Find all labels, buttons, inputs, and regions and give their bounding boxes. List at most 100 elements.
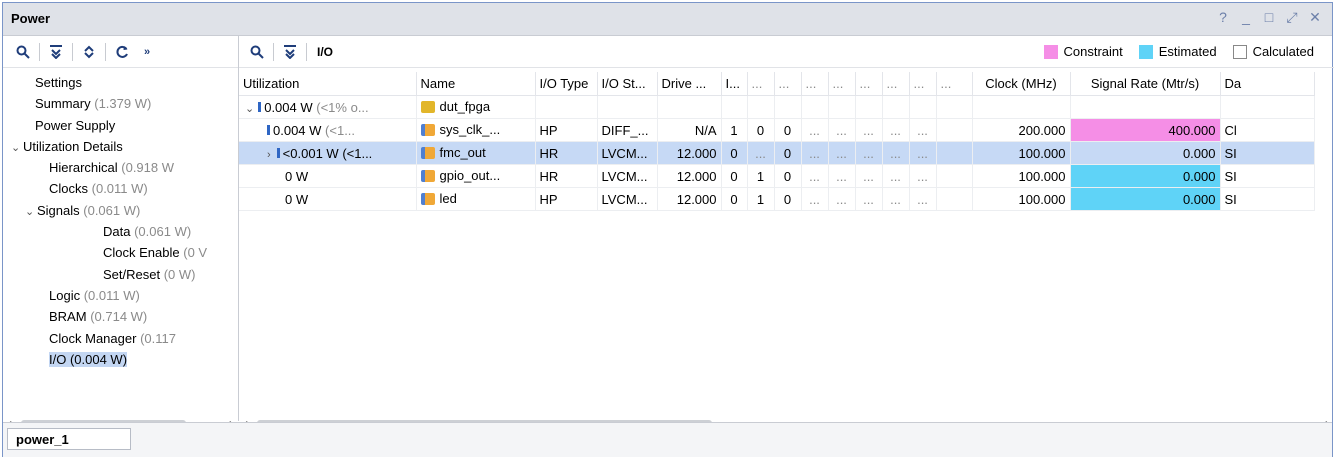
tree-item-summary[interactable]: Summary (1.379 W) bbox=[3, 93, 238, 114]
utilization-value: 0 W bbox=[285, 168, 309, 184]
signal-rate[interactable]: 0.000 bbox=[1070, 141, 1221, 165]
toolbar-divider bbox=[273, 42, 274, 61]
collapse-all-icon[interactable] bbox=[278, 41, 302, 63]
tree-item-set-reset[interactable]: Set/Reset (0 W) bbox=[3, 264, 238, 285]
table-row[interactable]: 0 W led HP LVCM... 12.000 0 1 0 ... ... … bbox=[239, 187, 1315, 211]
column-header[interactable]: ... bbox=[855, 72, 883, 96]
close-icon[interactable]: ✕ bbox=[1308, 9, 1322, 26]
chevron-right-icon[interactable]: › bbox=[267, 149, 271, 161]
tree-item-clock-enable[interactable]: Clock Enable (0 V bbox=[3, 242, 238, 263]
power-bar-icon bbox=[258, 102, 262, 113]
column-header[interactable]: ... bbox=[747, 72, 775, 96]
tree-item-value: (0.011 W) bbox=[83, 287, 140, 303]
tree-item-clocks[interactable]: Clocks (0.011 W) bbox=[3, 178, 238, 199]
tree-item-value: (0 W) bbox=[163, 266, 196, 282]
search-icon[interactable] bbox=[245, 41, 269, 63]
right-pane: I/O Constraint Estimated Calculated Util… bbox=[239, 36, 1334, 430]
cell: 0 bbox=[721, 141, 748, 165]
search-icon[interactable] bbox=[11, 41, 35, 63]
cell: 0 bbox=[721, 187, 748, 211]
tree-item-value: (0.117 bbox=[140, 330, 176, 346]
io-type: HR bbox=[535, 164, 598, 188]
refresh-icon[interactable] bbox=[110, 41, 134, 63]
tree-item-label: Utilization Details bbox=[23, 138, 123, 154]
window-controls: ? _ □ ⤢ ✕ bbox=[1216, 9, 1322, 26]
collapse-all-icon[interactable] bbox=[44, 41, 68, 63]
tree-item-label: Set/Reset bbox=[103, 266, 161, 282]
chevron-down-icon[interactable]: ⌄ bbox=[25, 202, 37, 221]
row-name: led bbox=[439, 191, 457, 207]
tree-item-settings[interactable]: Settings bbox=[3, 72, 238, 93]
table-row[interactable]: 0 W gpio_out... HR LVCM... 12.000 0 1 0 … bbox=[239, 164, 1315, 188]
tree-item-bram[interactable]: BRAM (0.714 W) bbox=[3, 306, 238, 327]
navigation-tree: Settings Summary (1.379 W) Power Supply … bbox=[3, 72, 238, 370]
utilization-extra: (<1... bbox=[342, 145, 373, 161]
column-header[interactable]: ... bbox=[801, 72, 829, 96]
column-header[interactable]: I... bbox=[721, 72, 748, 96]
maximize-icon[interactable]: □ bbox=[1262, 9, 1276, 26]
tree-item-power-supply[interactable]: Power Supply bbox=[3, 115, 238, 136]
column-header[interactable]: Da bbox=[1220, 72, 1315, 96]
cell: ... bbox=[882, 164, 910, 188]
column-header[interactable]: ... bbox=[936, 72, 973, 96]
row-name: fmc_out bbox=[439, 145, 486, 161]
tree-item-clock-manager[interactable]: Clock Manager (0.117 bbox=[3, 328, 238, 349]
utilization-value: <0.001 W bbox=[282, 145, 339, 161]
tree-item-label: Power Supply bbox=[35, 117, 116, 133]
chevron-down-icon[interactable]: ⌄ bbox=[245, 103, 254, 115]
io-type: HR bbox=[535, 141, 598, 165]
more-icon[interactable]: » bbox=[138, 41, 156, 63]
tree-item-logic[interactable]: Logic (0.011 W) bbox=[3, 285, 238, 306]
signal-rate[interactable]: 0.000 bbox=[1070, 164, 1221, 188]
column-header[interactable]: ... bbox=[828, 72, 856, 96]
tree-item-label: Clocks bbox=[49, 181, 89, 197]
column-header[interactable]: I/O St... bbox=[597, 72, 658, 96]
table-row[interactable]: 0.004 W (<1... sys_clk_... HP DIFF_... N… bbox=[239, 118, 1315, 142]
column-header[interactable]: Drive ... bbox=[657, 72, 722, 96]
float-icon[interactable]: ⤢ bbox=[1285, 9, 1299, 26]
tree-item-data[interactable]: Data (0.061 W) bbox=[3, 221, 238, 242]
cell: ... bbox=[828, 141, 856, 165]
cell: ... bbox=[855, 141, 883, 165]
signal-rate[interactable]: 400.000 bbox=[1070, 118, 1221, 142]
column-header[interactable]: Utilization bbox=[239, 72, 417, 96]
toolbar-divider bbox=[72, 42, 73, 61]
cell: 1 bbox=[721, 118, 748, 142]
cell: ... bbox=[747, 141, 775, 165]
column-header[interactable]: I/O Type bbox=[535, 72, 598, 96]
tree-item-signals[interactable]: ⌄ Signals (0.061 W) bbox=[3, 200, 238, 221]
tree-item-value: (0 V bbox=[183, 245, 208, 261]
minimize-icon[interactable]: _ bbox=[1239, 9, 1253, 26]
column-header[interactable]: Clock (MHz) bbox=[972, 72, 1071, 96]
signal-rate[interactable]: 0.000 bbox=[1070, 187, 1221, 211]
help-icon[interactable]: ? bbox=[1216, 9, 1230, 26]
utilization-value: 0 W bbox=[285, 191, 309, 207]
column-header[interactable]: Signal Rate (Mtr/s) bbox=[1070, 72, 1221, 96]
cell: 1 bbox=[747, 187, 775, 211]
tree-item-label: Hierarchical bbox=[49, 160, 118, 176]
power-window: Power ? _ □ ⤢ ✕ » Settings Summary (1.37… bbox=[2, 2, 1334, 457]
column-header[interactable]: ... bbox=[774, 72, 802, 96]
column-header[interactable]: ... bbox=[882, 72, 910, 96]
table-row[interactable]: › <0.001 W (<1... fmc_out HR LVCM... 12.0… bbox=[239, 141, 1315, 165]
column-header[interactable]: ... bbox=[909, 72, 937, 96]
table-row[interactable]: ⌄ 0.004 W (<1% o... dut_fpga bbox=[239, 95, 1315, 119]
tree-item-hierarchical[interactable]: Hierarchical (0.918 W bbox=[3, 157, 238, 178]
top-module-icon bbox=[420, 100, 435, 113]
cell: 1 bbox=[747, 164, 775, 188]
chevron-down-icon[interactable]: ⌄ bbox=[11, 138, 23, 157]
clock-mhz: 100.000 bbox=[972, 187, 1071, 211]
expand-all-icon[interactable] bbox=[77, 41, 101, 63]
utilization-value: 0.004 W bbox=[273, 122, 322, 138]
tab-power-1[interactable]: power_1 bbox=[7, 428, 131, 450]
tree-item-utilization-details[interactable]: ⌄ Utilization Details bbox=[3, 136, 238, 157]
port-icon bbox=[420, 192, 435, 205]
tree-item-io[interactable]: I/O (0.004 W) bbox=[3, 349, 238, 370]
cell: ... bbox=[855, 118, 883, 142]
tree-item-label: Settings bbox=[35, 75, 82, 90]
toolbar-divider bbox=[306, 42, 307, 61]
column-header[interactable]: Name bbox=[416, 72, 536, 96]
toolbar-title: I/O bbox=[317, 44, 334, 59]
title-bar: Power ? _ □ ⤢ ✕ bbox=[3, 3, 1332, 36]
drive: 12.000 bbox=[657, 141, 722, 165]
